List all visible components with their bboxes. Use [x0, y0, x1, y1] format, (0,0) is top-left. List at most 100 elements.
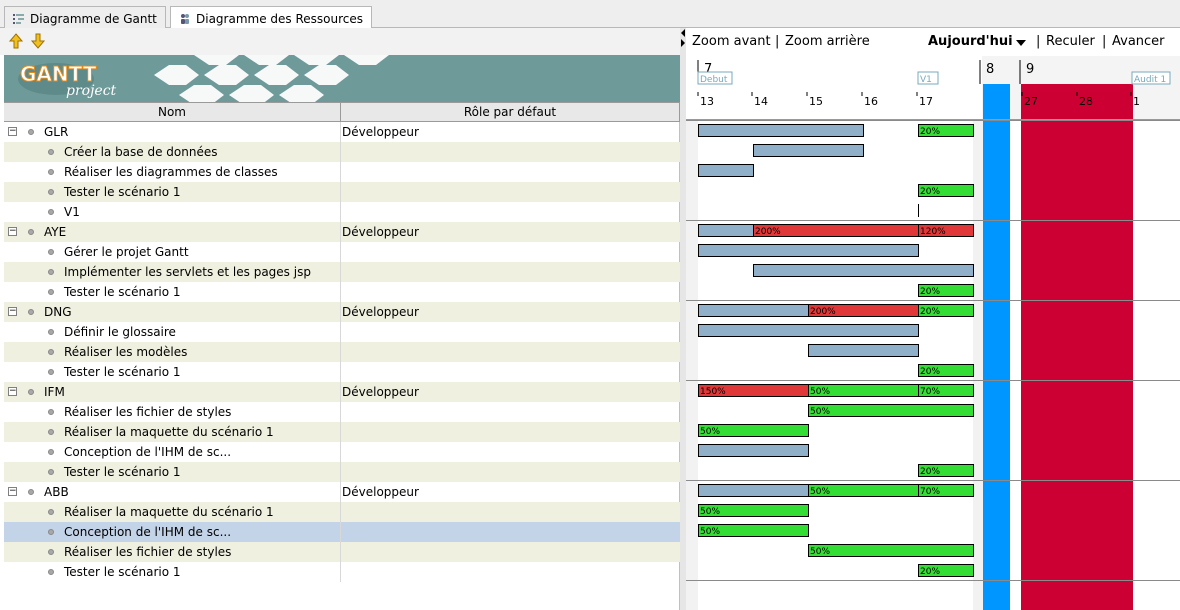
resource-name: DNG: [44, 305, 72, 319]
zoom-in-link[interactable]: Zoom avant: [692, 34, 771, 49]
load-bar[interactable]: [698, 324, 919, 337]
task-row[interactable]: Tester le scénario 1: [4, 182, 680, 202]
load-percent-label: 70%: [920, 487, 940, 497]
zoom-out-link[interactable]: Zoom arrière: [785, 34, 870, 49]
load-percent-label: 50%: [810, 487, 830, 497]
collapse-toggle-icon[interactable]: −: [8, 227, 17, 236]
task-row[interactable]: Tester le scénario 1: [4, 282, 680, 302]
resource-row[interactable]: − GLR Développeur: [4, 122, 680, 142]
task-row[interactable]: Tester le scénario 1: [4, 362, 680, 382]
load-bar[interactable]: [753, 144, 864, 157]
timeline-day-label: 1: [1133, 95, 1140, 108]
task-row[interactable]: Réaliser les diagrammes de classes: [4, 162, 680, 182]
load-bar[interactable]: [808, 544, 974, 557]
column-divider: [340, 162, 341, 182]
weekend-column: [973, 120, 983, 610]
load-percent-label: 200%: [810, 307, 836, 317]
gantt-icon: [13, 13, 25, 25]
load-percent-label: 150%: [700, 387, 726, 397]
load-bar[interactable]: [808, 344, 919, 357]
task-row[interactable]: V1: [4, 202, 680, 222]
task-row[interactable]: Réaliser les fichier de styles: [4, 402, 680, 422]
load-bar[interactable]: [698, 224, 754, 237]
task-row[interactable]: Conception de l'IHM de sc...: [4, 442, 680, 462]
move-down-arrow-icon[interactable]: [30, 33, 46, 49]
task-row[interactable]: Réaliser la maquette du scénario 1: [4, 502, 680, 522]
resource-bullet-icon: [28, 309, 34, 315]
resource-bullet-icon: [28, 129, 34, 135]
task-bullet-icon: [48, 189, 54, 195]
column-divider: [340, 522, 341, 542]
timeline-header: 7 8 9Debut V1 Audit 113 14 15 16 17 27 28 1: [686, 56, 1180, 120]
collapse-toggle-icon[interactable]: −: [8, 307, 17, 316]
collapse-toggle-icon[interactable]: −: [8, 387, 17, 396]
column-header-name[interactable]: Nom: [4, 103, 341, 121]
resource-row[interactable]: − AYE Développeur: [4, 222, 680, 242]
tab-gantt-diagram[interactable]: Diagramme de Gantt: [4, 6, 166, 28]
move-up-arrow-icon[interactable]: [8, 33, 24, 49]
forward-link[interactable]: Avancer: [1112, 34, 1165, 49]
load-bar[interactable]: [808, 404, 974, 417]
load-percent-label: 50%: [810, 407, 830, 417]
task-row[interactable]: Implémenter les servlets et les pages js…: [4, 262, 680, 282]
today-column: [983, 120, 1010, 610]
task-name: Définir le glossaire: [64, 325, 176, 339]
load-percent-label: 120%: [920, 227, 946, 237]
resource-row[interactable]: − ABB Développeur: [4, 482, 680, 502]
separator: |: [1102, 34, 1107, 49]
task-bullet-icon: [48, 249, 54, 255]
column-divider: [340, 122, 341, 142]
load-bar[interactable]: [698, 444, 809, 457]
load-bar[interactable]: [753, 264, 974, 277]
task-row[interactable]: Réaliser les modèles: [4, 342, 680, 362]
task-row[interactable]: Définir le glossaire: [4, 322, 680, 342]
today-dropdown[interactable]: Aujourd'hui: [928, 34, 1013, 49]
timeline-month-label: 8: [986, 62, 994, 77]
column-divider: [340, 342, 341, 362]
task-bullet-icon: [48, 149, 54, 155]
back-link[interactable]: Reculer: [1046, 34, 1095, 49]
load-bar[interactable]: [698, 164, 754, 177]
column-header-role[interactable]: Rôle par défaut: [341, 103, 680, 121]
column-divider: [340, 422, 341, 442]
holiday-column: [1021, 120, 1133, 610]
tab-resources-label: Diagramme des Ressources: [196, 11, 364, 26]
task-name: Réaliser la maquette du scénario 1: [64, 505, 274, 519]
task-row[interactable]: Tester le scénario 1: [4, 562, 680, 582]
today-column-marker: [983, 84, 1010, 120]
ganttproject-logo: GANTT project: [16, 59, 126, 99]
resource-role: Développeur: [342, 225, 419, 239]
tree-toolbar: [0, 28, 680, 55]
load-bar[interactable]: [698, 304, 809, 317]
resource-name: IFM: [44, 385, 65, 399]
task-row[interactable]: Tester le scénario 1: [4, 462, 680, 482]
task-name: Tester le scénario 1: [64, 365, 181, 379]
task-row[interactable]: Conception de l'IHM de sc...: [4, 522, 680, 542]
resource-row[interactable]: − DNG Développeur: [4, 302, 680, 322]
tab-resources-diagram[interactable]: Diagramme des Ressources: [170, 6, 373, 28]
resource-role: Développeur: [342, 385, 419, 399]
column-divider: [340, 322, 341, 342]
column-divider: [340, 262, 341, 282]
resource-load-chart: 20% 20% 200% 120% 20% 200% 20% 20% 150% 50% 70% 50%…: [686, 120, 1180, 610]
task-name: Réaliser les diagrammes de classes: [64, 165, 278, 179]
resources-icon: [179, 13, 191, 25]
task-row[interactable]: Réaliser les fichier de styles: [4, 542, 680, 562]
load-bar[interactable]: [698, 124, 864, 137]
task-row[interactable]: Créer la base de données: [4, 142, 680, 162]
task-row[interactable]: Réaliser la maquette du scénario 1: [4, 422, 680, 442]
task-bullet-icon: [48, 549, 54, 555]
load-bar[interactable]: [698, 484, 809, 497]
load-percent-label: 20%: [920, 187, 940, 197]
collapse-toggle-icon[interactable]: −: [8, 487, 17, 496]
chevron-down-icon[interactable]: [1016, 36, 1026, 51]
tab-gantt-label: Diagramme de Gantt: [30, 11, 157, 26]
load-percent-label: 20%: [920, 367, 940, 377]
timeline-day-label: 28: [1079, 95, 1093, 108]
task-row[interactable]: Gérer le projet Gantt: [4, 242, 680, 262]
collapse-toggle-icon[interactable]: −: [8, 127, 17, 136]
load-bar[interactable]: [698, 244, 919, 257]
load-percent-label: 20%: [920, 467, 940, 477]
task-name: V1: [64, 205, 80, 219]
resource-row[interactable]: − IFM Développeur: [4, 382, 680, 402]
